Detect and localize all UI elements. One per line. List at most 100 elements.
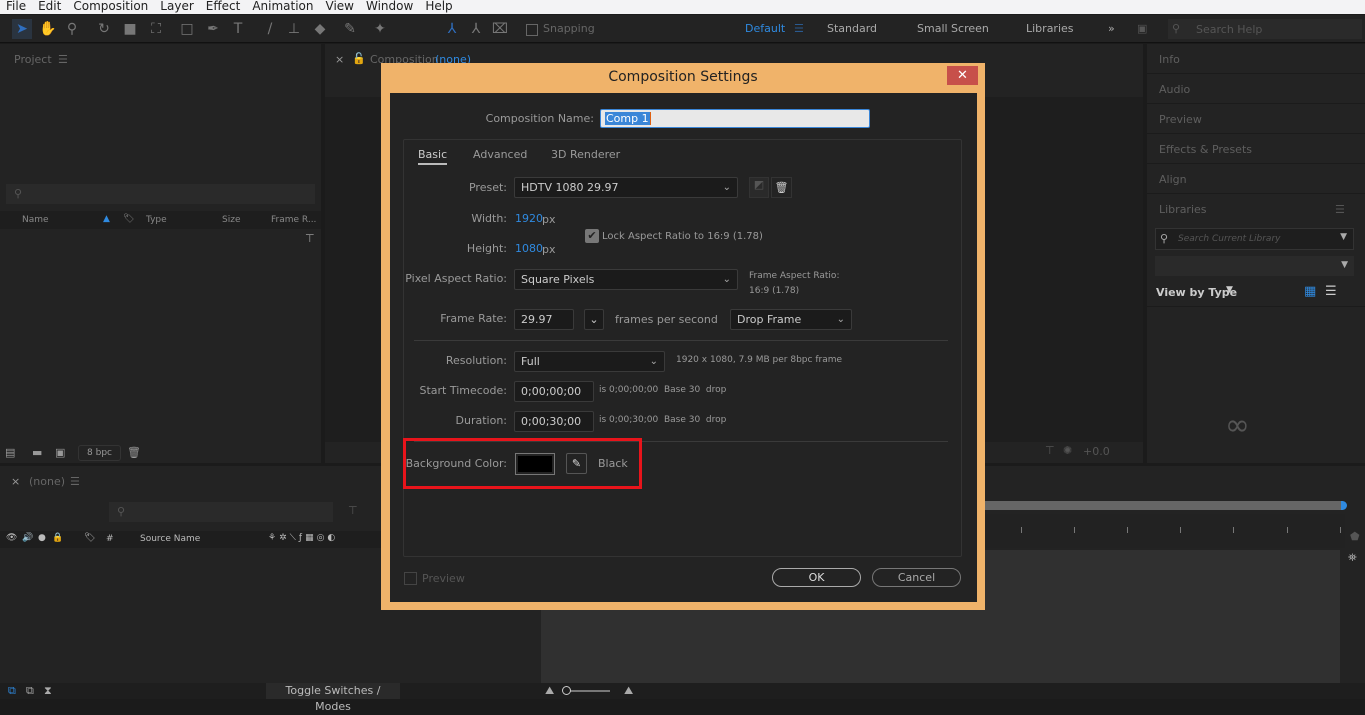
width-value[interactable]: 1920 [515,212,543,225]
comp-name-input[interactable]: Comp 1 [600,109,870,128]
pixel-aspect-ratio-select[interactable]: Square Pixels ⌄ [514,269,738,290]
height-value[interactable]: 1080 [515,242,543,255]
effects-presets-panel-tab[interactable]: Effects & Presets [1159,143,1252,156]
eraser-tool-icon[interactable]: ◆ [310,19,330,39]
time-navigator[interactable] [985,501,1343,510]
trash-icon[interactable]: 🗑 [127,446,141,459]
audio-panel-tab[interactable]: Audio [1159,83,1190,96]
workspace-libraries[interactable]: Libraries [1026,22,1074,35]
ok-button[interactable]: OK [772,568,861,587]
exposure-value[interactable]: +0.0 [1083,445,1110,458]
menu-effect[interactable]: Effect [200,0,247,14]
align-panel-tab[interactable]: Align [1159,173,1187,186]
menu-layer[interactable]: Layer [154,0,199,14]
new-folder-icon[interactable]: ▬ [32,446,42,459]
preview-panel-tab[interactable]: Preview [1159,113,1202,126]
resolution-select[interactable]: Full ⌄ [514,351,665,372]
audio-icon[interactable]: 🔊 [22,533,33,543]
preview-checkbox[interactable] [404,572,417,585]
bpc-button[interactable]: 8 bpc [78,445,121,461]
menu-composition[interactable]: Composition [67,0,154,14]
axis-local-icon[interactable]: ⅄ [442,19,462,39]
transfer-toggle-icon[interactable]: ⧉ [26,684,34,698]
workspace-menu-icon[interactable]: ☰ [794,22,804,35]
background-color-swatch[interactable] [515,453,555,475]
zoom-out-icon[interactable]: ⛰ [545,684,554,698]
axis-view-icon[interactable]: ⌧ [490,19,510,39]
pan-behind-tool-icon[interactable]: ⛶ [146,19,166,39]
axis-world-icon[interactable]: ⅄ [466,19,486,39]
camera-tool-icon[interactable]: ■ [120,19,140,39]
column-source-name[interactable]: Source Name [140,534,200,544]
frame-rate-dropdown[interactable]: ⌄ [584,309,604,330]
lock-aspect-checkbox[interactable]: ✔ [585,229,599,243]
zoom-tool-icon[interactable]: ⚲ [62,19,82,39]
tab-advanced[interactable]: Advanced [473,148,527,161]
video-eye-icon[interactable]: 👁 [6,533,17,543]
time-ruler[interactable] [985,514,1345,548]
lock-icon[interactable]: 🔓 [352,52,366,65]
zoom-in-icon[interactable]: ⛰ [624,684,633,698]
delete-preset-icon[interactable]: 🗑 [771,177,792,198]
more-workspaces-icon[interactable]: » [1108,22,1115,35]
column-type[interactable]: Type [146,215,167,225]
timing-toggle-icon[interactable]: ⧗ [44,684,52,698]
exposure-icon[interactable]: ✺ [1063,444,1072,457]
puppet-tool-icon[interactable]: ✦ [370,19,390,39]
eyedropper-icon[interactable]: ✎ [566,453,587,474]
hand-tool-icon[interactable]: ✋ [38,19,58,39]
brush-tool-icon[interactable]: / [260,19,280,39]
sync-settings-icon[interactable]: ▣ [1137,22,1147,35]
search-help-input[interactable]: ⚲ Search Help [1168,19,1362,39]
solo-icon[interactable]: ● [38,533,46,543]
drop-frame-select[interactable]: Drop Frame ⌄ [730,309,852,330]
render-toggle-icon[interactable]: ⧉ [8,684,16,698]
rotate-tool-icon[interactable]: ↻ [94,19,114,39]
rectangle-tool-icon[interactable]: □ [177,19,197,39]
library-select[interactable]: ▼ [1155,256,1354,276]
menu-file[interactable]: File [0,0,32,14]
menu-view[interactable]: View [320,0,360,14]
grid-view-icon[interactable]: ▦ [1304,284,1316,299]
frame-rate-input[interactable]: 29.97 [514,309,574,330]
navigator-end-handle[interactable] [1341,501,1347,510]
dialog-close-button[interactable]: ✕ [947,66,978,85]
flowchart-icon[interactable]: ⊤ [1045,444,1055,457]
workspace-small-screen[interactable]: Small Screen [917,22,989,35]
text-tool-icon[interactable]: T [228,19,248,39]
preset-select[interactable]: HDTV 1080 29.97 ⌄ [514,177,738,198]
tab-3d-renderer[interactable]: 3D Renderer [551,148,620,161]
column-frame-rate[interactable]: Frame R... [271,215,316,225]
timeline-search-input[interactable]: ⚲ [109,502,333,522]
menu-window[interactable]: Window [360,0,419,14]
menu-edit[interactable]: Edit [32,0,67,14]
roto-brush-tool-icon[interactable]: ✎ [340,19,360,39]
sort-asc-icon[interactable]: ▲ [103,214,110,224]
panel-menu-icon[interactable]: ☰ [70,475,80,488]
cancel-button[interactable]: Cancel [872,568,961,587]
close-icon[interactable]: × [335,53,344,66]
menu-animation[interactable]: Animation [246,0,319,14]
list-view-icon[interactable]: ☰ [1325,284,1337,299]
selection-tool-icon[interactable]: ➤ [12,19,32,39]
comp-marker-icon[interactable]: ⬟ [1350,530,1360,543]
chevron-down-icon[interactable]: ▼ [1340,232,1347,242]
tab-basic[interactable]: Basic [418,148,448,165]
info-panel-tab[interactable]: Info [1159,53,1180,66]
panel-menu-icon[interactable]: ☰ [1335,203,1345,216]
duration-input[interactable]: 0;00;30;00 [514,411,594,432]
project-search-input[interactable]: ⚲ [6,184,315,204]
zoom-slider[interactable] [566,690,610,692]
start-timecode-input[interactable]: 0;00;00;00 [514,381,594,402]
workspace-default[interactable]: Default [745,22,785,35]
lock-icon[interactable]: 🔒 [52,533,63,543]
zoom-slider-handle[interactable] [562,686,571,695]
comp-button-icon[interactable]: ⛯ [1348,551,1357,565]
stamp-tool-icon[interactable]: ⊥ [284,19,304,39]
column-name[interactable]: Name [22,215,49,225]
library-search-input[interactable]: ⚲ Search Current Library ▼ [1155,228,1354,250]
column-size[interactable]: Size [222,215,240,225]
save-preset-icon[interactable]: ◩ [749,177,769,198]
snapping-checkbox[interactable] [526,24,538,36]
libraries-panel-tab[interactable]: Libraries [1159,203,1207,216]
